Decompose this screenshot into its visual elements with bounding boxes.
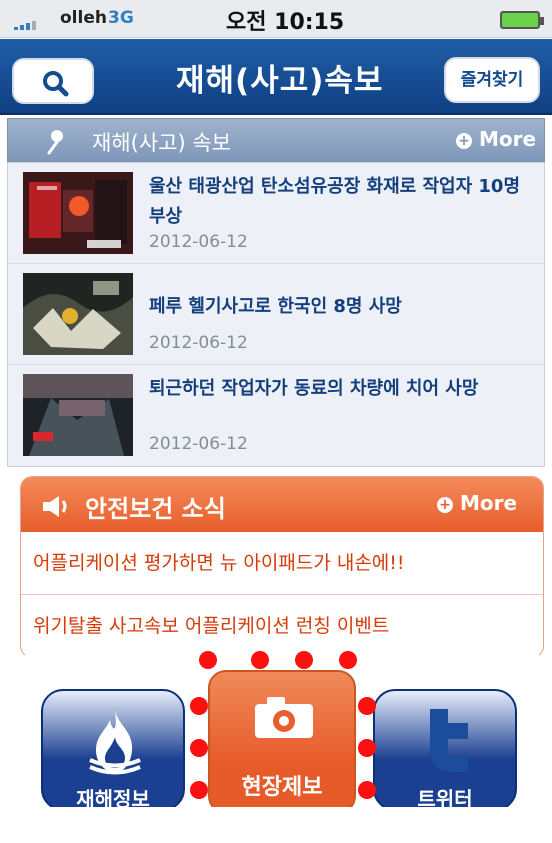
safety-item-text[interactable]: 위기탈출 사고속보 어플리케이션 런칭 이벤트 — [33, 611, 389, 638]
accident-news-header: 재해(사고) 속보 + More — [7, 118, 545, 162]
plus-circle-icon: + — [437, 497, 453, 513]
search-button[interactable] — [12, 58, 94, 104]
accident-section-title: 재해(사고) 속보 — [92, 131, 231, 155]
news-thumbnail — [23, 273, 133, 355]
news-title[interactable]: 울산 태광산업 탄소섬유공장 화재로 작업자 10명 부상 — [149, 172, 521, 232]
app-header: 재해(사고)속보 즐겨찾기 — [0, 39, 552, 115]
safety-list-item[interactable]: 위기탈출 사고속보 어플리케이션 런칭 이벤트 — [21, 595, 543, 657]
safety-news-header: 안전보건 소식 + More — [21, 477, 543, 532]
tab-label: 현장제보 — [241, 775, 323, 800]
news-date: 2012-06-12 — [149, 333, 248, 353]
news-thumbnail — [23, 374, 133, 456]
battery-icon — [500, 11, 544, 29]
twitter-icon — [430, 709, 468, 772]
speaker-icon — [43, 496, 67, 517]
news-date: 2012-06-12 — [149, 434, 248, 454]
accident-more-label: More — [479, 127, 537, 151]
signal-icon — [14, 20, 42, 30]
status-time: 오전 10:15 — [226, 10, 345, 35]
news-title[interactable]: 페루 헬기사고로 한국인 8명 사망 — [149, 292, 521, 322]
tab-twitter[interactable]: 트위터 — [373, 689, 517, 811]
fire-icon — [89, 709, 141, 775]
safety-news-panel: 안전보건 소식 + More 어플리케이션 평가하면 뉴 아이패드가 내손에!! … — [20, 476, 544, 658]
safety-list-item[interactable]: 어플리케이션 평가하면 뉴 아이패드가 내손에!! — [21, 532, 543, 595]
safety-section-title: 안전보건 소식 — [85, 495, 226, 523]
carrier-name: olleh — [60, 8, 107, 28]
search-icon — [43, 71, 69, 97]
news-title[interactable]: 퇴근하던 작업자가 동료의 차량에 치어 사망 — [149, 374, 521, 404]
favorites-button[interactable]: 즐겨찾기 — [444, 57, 540, 103]
accident-more-link[interactable]: + More — [456, 127, 536, 151]
accident-news-list: 울산 태광산업 탄소섬유공장 화재로 작업자 10명 부상 2012-06-12… — [7, 162, 545, 467]
news-item[interactable]: 울산 태광산업 탄소섬유공장 화재로 작업자 10명 부상 2012-06-12 — [8, 163, 544, 264]
safety-more-link[interactable]: + More — [437, 491, 517, 515]
news-item[interactable]: 퇴근하던 작업자가 동료의 차량에 치어 사망 2012-06-12 — [8, 365, 544, 466]
news-item[interactable]: 페루 헬기사고로 한국인 8명 사망 2012-06-12 — [8, 264, 544, 365]
tab-disaster-info[interactable]: 재해정보 — [41, 689, 185, 811]
safety-item-text[interactable]: 어플리케이션 평가하면 뉴 아이패드가 내손에!! — [33, 548, 405, 575]
network-type: 3G — [108, 8, 134, 28]
news-thumbnail — [23, 172, 133, 254]
plus-circle-icon: + — [456, 133, 472, 149]
tab-field-report[interactable]: 현장제보 — [208, 670, 356, 814]
bottom-blank-area — [0, 807, 552, 843]
status-bar: olleh 3G 오전 10:15 — [0, 0, 552, 38]
camera-icon — [255, 697, 313, 738]
news-date: 2012-06-12 — [149, 232, 248, 252]
safety-more-label: More — [460, 491, 518, 515]
pin-icon — [47, 130, 63, 155]
page-title: 재해(사고)속보 — [176, 63, 384, 99]
